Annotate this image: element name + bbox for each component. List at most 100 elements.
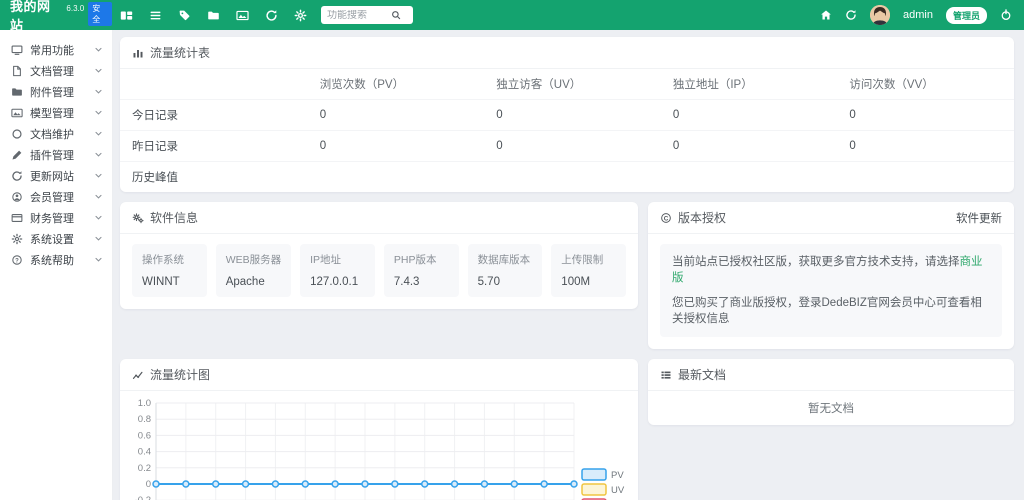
cell-value: 0: [484, 131, 661, 162]
card-title: 流量统计表: [150, 44, 210, 61]
info-value: 100M: [561, 276, 616, 288]
header-user-area: admin 管理员: [820, 5, 1024, 25]
col-header-ip: 独立地址（IP）: [661, 69, 838, 100]
refresh-icon: [11, 170, 23, 182]
sidebar-item-system-help[interactable]: ? 系统帮助: [0, 249, 112, 270]
info-box-php: PHP版本 7.4.3: [384, 244, 459, 297]
info-box-webserver: WEB服务器 Apache: [216, 244, 291, 297]
card-title: 流量统计图: [150, 366, 210, 383]
list-icon[interactable]: [149, 9, 162, 22]
info-box-ip: IP地址 127.0.0.1: [300, 244, 375, 297]
cell-value: [484, 162, 661, 193]
svg-text:-0.2: -0.2: [135, 496, 151, 500]
software-update-link[interactable]: 软件更新: [956, 210, 1002, 226]
cell-value: [837, 162, 1014, 193]
refresh-icon[interactable]: [265, 9, 278, 22]
chart-image-icon[interactable]: [236, 9, 249, 22]
home-icon[interactable]: [820, 9, 832, 21]
table-row: 昨日记录 0 0 0 0: [120, 131, 1014, 162]
sidebar-item-update-site[interactable]: 更新网站: [0, 165, 112, 186]
cell-value: 0: [661, 100, 838, 131]
version-auth-header: C 版本授权 软件更新: [648, 202, 1014, 234]
version-auth-body: 当前站点已授权社区版，获取更多官方技术支持，请选择商业版 您已购买了商业版授权，…: [648, 234, 1014, 349]
sidebar-item-plugin-management[interactable]: 插件管理: [0, 144, 112, 165]
sidebar-item-label: 会员管理: [30, 189, 74, 205]
svg-text:0: 0: [146, 479, 151, 490]
function-search[interactable]: [321, 6, 413, 24]
auth-line-1: 当前站点已授权社区版，获取更多官方技术支持，请选择商业版: [672, 254, 990, 286]
svg-text:?: ?: [15, 258, 19, 264]
sidebar-item-document-management[interactable]: 文档管理: [0, 60, 112, 81]
sidebar-item-label: 文档管理: [30, 63, 74, 79]
sidebar-toggle-icon[interactable]: [120, 9, 133, 22]
sidebar-item-system-settings[interactable]: 系统设置: [0, 228, 112, 249]
chevron-down-icon: [94, 213, 103, 222]
sidebar-item-label: 常用功能: [30, 42, 74, 58]
role-badge: 管理员: [946, 7, 987, 24]
bar-chart-icon: [132, 47, 144, 59]
auth-message-box: 当前站点已授权社区版，获取更多官方技术支持，请选择商业版 您已购买了商业版授权，…: [660, 244, 1002, 337]
latest-docs-header: 最新文档: [648, 359, 1014, 391]
row-label: 今日记录: [120, 100, 308, 131]
security-badge: 安全: [88, 2, 112, 26]
chevron-down-icon: [94, 45, 103, 54]
chevron-down-icon: [94, 150, 103, 159]
chevron-down-icon: [94, 87, 103, 96]
search-input[interactable]: [327, 10, 391, 21]
info-label: 上传限制: [561, 252, 616, 267]
svg-text:UV: UV: [611, 485, 625, 496]
info-value: 127.0.0.1: [310, 276, 365, 288]
reload-icon[interactable]: [845, 9, 857, 21]
info-label: 数据库版本: [478, 252, 533, 267]
sidebar-item-finance-management[interactable]: 财务管理: [0, 207, 112, 228]
sidebar-item-common-functions[interactable]: 常用功能: [0, 39, 112, 60]
chevron-down-icon: [94, 255, 103, 264]
info-box-db: 数据库版本 5.70: [468, 244, 543, 297]
traffic-chart: 1.00.80.60.40.20-0.2-0.4-0.6-0.8-1.011-2…: [120, 391, 638, 500]
software-info-body: 操作系统 WINNT WEB服务器 Apache IP地址 127.0.0.1 …: [120, 234, 638, 309]
cell-value: 0: [308, 100, 485, 131]
table-row: 今日记录 0 0 0 0: [120, 100, 1014, 131]
version-auth-card: C 版本授权 软件更新 当前站点已授权社区版，获取更多官方技术支持，请选择商业版…: [648, 202, 1014, 349]
tag-icon[interactable]: [178, 9, 191, 22]
cell-value: 0: [308, 131, 485, 162]
gears-icon: [132, 212, 144, 224]
info-label: WEB服务器: [226, 252, 281, 267]
svg-text:1.0: 1.0: [138, 398, 151, 409]
logout-power-icon[interactable]: [1000, 9, 1012, 21]
row-label: 历史峰值: [120, 162, 308, 193]
sidebar-item-label: 财务管理: [30, 210, 74, 226]
legend-item-PV[interactable]: PV: [582, 469, 624, 481]
avatar[interactable]: [870, 5, 890, 25]
cell-value: [308, 162, 485, 193]
legend-item-UV[interactable]: UV: [582, 484, 625, 496]
svg-text:C: C: [664, 215, 669, 222]
info-value: 7.4.3: [394, 276, 449, 288]
traffic-stats-header: 流量统计表: [120, 37, 1014, 69]
sidebar-item-label: 文档维护: [30, 126, 74, 142]
col-header-uv: 独立访客（UV）: [484, 69, 661, 100]
sidebar-item-label: 系统设置: [30, 231, 74, 247]
settings-gear-icon[interactable]: [294, 9, 307, 22]
card-title: 版本授权: [678, 209, 726, 226]
chevron-down-icon: [94, 192, 103, 201]
sidebar-item-document-maintenance[interactable]: 文档维护: [0, 123, 112, 144]
search-icon[interactable]: [391, 10, 401, 20]
col-header-pv: 浏览次数（PV）: [308, 69, 485, 100]
folder-icon[interactable]: [207, 9, 220, 22]
copyright-icon: C: [660, 212, 672, 224]
table-row: 历史峰值: [120, 162, 1014, 193]
sidebar-item-member-management[interactable]: 会员管理: [0, 186, 112, 207]
site-title: 我的网站: [10, 0, 63, 34]
info-value: WINNT: [142, 276, 197, 288]
info-box-upload: 上传限制 100M: [551, 244, 626, 297]
traffic-stats-card: 流量统计表 浏览次数（PV） 独立访客（UV） 独立地址（IP） 访问次数（VV…: [120, 37, 1014, 192]
main-content: 流量统计表 浏览次数（PV） 独立访客（UV） 独立地址（IP） 访问次数（VV…: [113, 30, 1024, 500]
sidebar-item-label: 附件管理: [30, 84, 74, 100]
cell-value: 0: [837, 100, 1014, 131]
info-value: 5.70: [478, 276, 533, 288]
cell-value: 0: [661, 131, 838, 162]
username[interactable]: admin: [903, 9, 933, 21]
sidebar-item-model-management[interactable]: 模型管理: [0, 102, 112, 123]
sidebar-item-attachment-management[interactable]: 附件管理: [0, 81, 112, 102]
